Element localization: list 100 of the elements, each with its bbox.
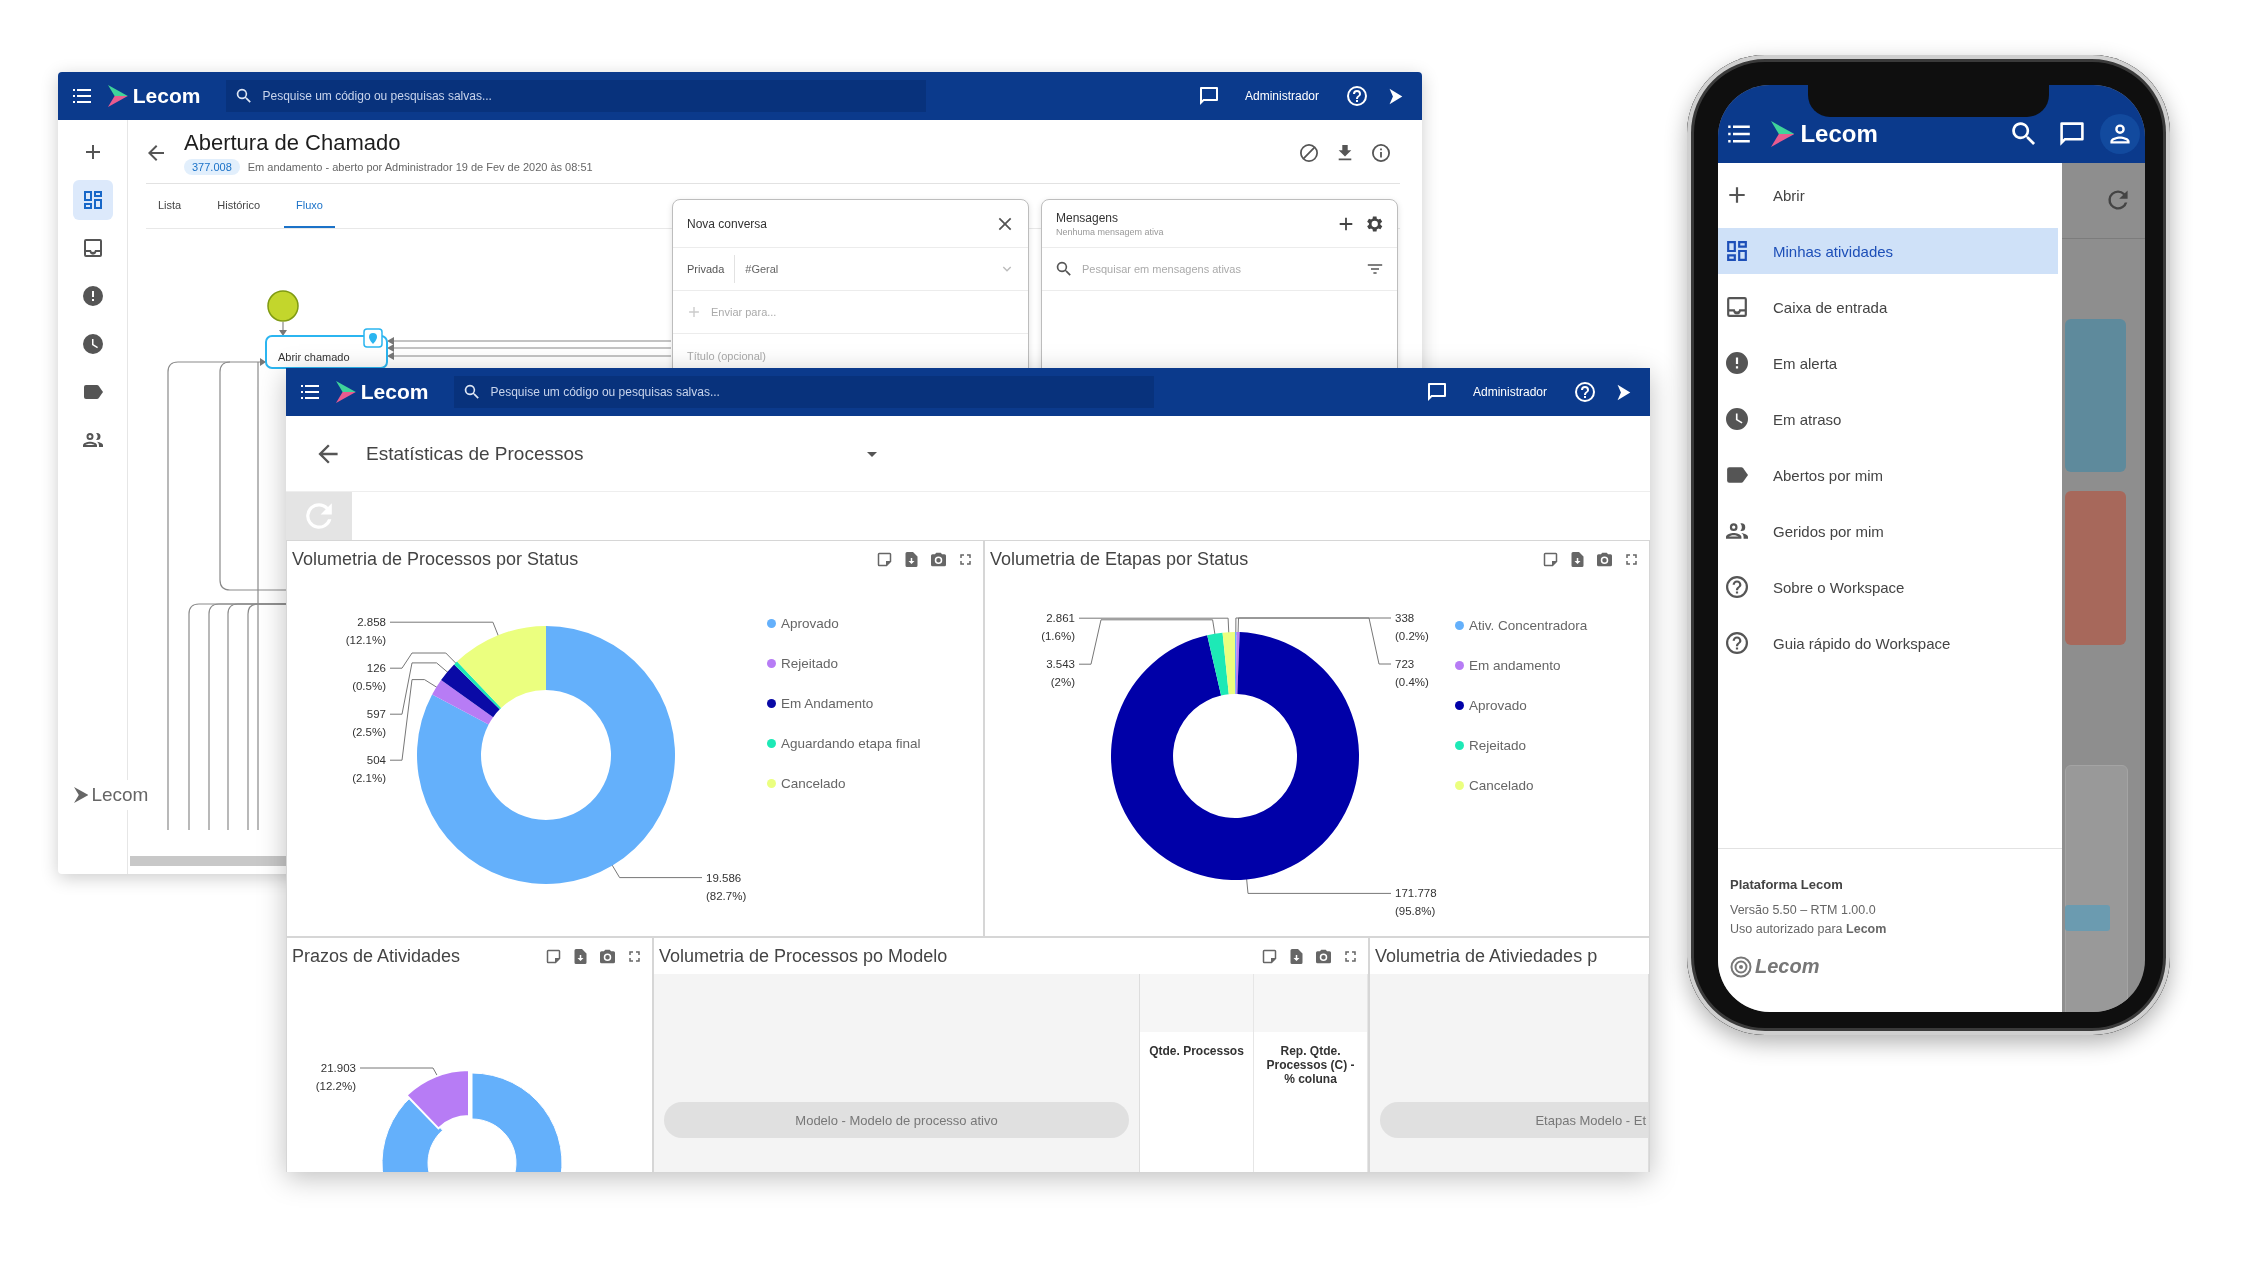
- search-icon: [464, 384, 481, 400]
- channel-select[interactable]: #Geral: [745, 262, 1014, 276]
- start-event[interactable]: [267, 290, 299, 322]
- note-icon[interactable]: [877, 551, 892, 567]
- legend-item[interactable]: Rejeitado: [1455, 731, 1588, 759]
- user-name[interactable]: Administrador: [1472, 385, 1547, 399]
- info-icon[interactable]: [1372, 143, 1390, 162]
- subject-field[interactable]: Título (opcional): [687, 349, 1014, 362]
- tab[interactable]: Fluxo: [284, 184, 335, 228]
- help-icon[interactable]: [1347, 86, 1367, 106]
- menu-item[interactable]: Guia rápido do Workspace: [1718, 620, 2058, 666]
- chat-icon[interactable]: [1426, 382, 1447, 402]
- data-label: 19.586 (82.7%): [706, 870, 748, 904]
- donut-slice[interactable]: [457, 626, 546, 708]
- download-icon[interactable]: [1336, 143, 1354, 162]
- legend-item[interactable]: Em Andamento: [767, 689, 921, 717]
- note-icon[interactable]: [546, 948, 561, 964]
- search-field[interactable]: Pesquise um código ou pesquisas salvas...: [454, 376, 1155, 408]
- fullscreen-icon[interactable]: [958, 551, 973, 567]
- panel-title: Volumetria de Processos por Status: [292, 548, 579, 570]
- donut-slice[interactable]: [432, 679, 494, 725]
- people-icon: [82, 430, 103, 450]
- fullscreen-icon[interactable]: [627, 948, 642, 964]
- recipient-field[interactable]: Enviar para...: [711, 306, 1014, 318]
- donut-slice[interactable]: [454, 661, 502, 710]
- chat-icon[interactable]: [2059, 121, 2085, 147]
- back-icon[interactable]: [146, 142, 166, 163]
- file-download-icon[interactable]: [1289, 948, 1304, 964]
- note-icon[interactable]: [1262, 948, 1277, 964]
- tab[interactable]: Lista: [146, 184, 194, 228]
- panel-title: Volumetria de Etapas por Status: [990, 548, 1249, 570]
- data-label: 504 (2.1%): [351, 753, 386, 787]
- legend-item[interactable]: Aprovado: [1455, 691, 1588, 719]
- legend-item[interactable]: Em andamento: [1455, 651, 1588, 679]
- panel-title: Mensagens: [1056, 210, 1120, 225]
- chat-icon[interactable]: [1198, 86, 1219, 106]
- legend-item[interactable]: Aguardando etapa final: [767, 729, 921, 757]
- settings-icon[interactable]: [1365, 214, 1383, 233]
- note-icon[interactable]: [1543, 551, 1558, 567]
- filter-icon[interactable]: [1367, 261, 1383, 277]
- camera-icon[interactable]: [1597, 551, 1612, 567]
- fullscreen-icon[interactable]: [1624, 551, 1639, 567]
- version-text: Versão 5.50 – RTM 1.00.0: [1730, 903, 1877, 917]
- brand-name: Lecom: [1755, 955, 1820, 978]
- menu-item[interactable]: Sobre o Workspace: [1718, 564, 2058, 610]
- panel-title: Volumetria de Processos po Modelo: [659, 945, 948, 967]
- file-download-icon[interactable]: [904, 551, 919, 567]
- scrollbar[interactable]: [130, 856, 286, 866]
- logo-icon: [74, 787, 89, 803]
- search-icon[interactable]: [2011, 121, 2037, 147]
- column-header: Rep. Qtde. Processos (C) - % coluna: [1254, 974, 1368, 1172]
- help-icon: [1726, 576, 1748, 598]
- row-field-chip[interactable]: Modelo - Modelo de processo ativo: [664, 1102, 1129, 1138]
- donut-slice[interactable]: [441, 664, 500, 718]
- nav-button[interactable]: [72, 180, 113, 220]
- dashboard-icon: [1726, 240, 1748, 262]
- account-button[interactable]: [2100, 114, 2140, 154]
- camera-icon[interactable]: [600, 948, 615, 964]
- data-label: 2.858 (12.1%): [344, 615, 386, 649]
- add-icon: [687, 305, 701, 319]
- menu-item[interactable]: Geridos por mim: [1718, 508, 2058, 554]
- legend-item[interactable]: Aprovado: [767, 609, 921, 637]
- task-box[interactable]: [265, 335, 388, 369]
- legend-item[interactable]: Cancelado: [1455, 771, 1588, 799]
- help-icon: [1726, 632, 1748, 654]
- row-field-chip[interactable]: Etapas Modelo - Et: [1380, 1102, 1648, 1138]
- menu-item[interactable]: Abertos por mim: [1718, 452, 2058, 498]
- logo-icon: [1730, 955, 1752, 978]
- search-icon: [236, 88, 253, 104]
- connector-arrow: [279, 321, 287, 336]
- menu-item[interactable]: Em alerta: [1718, 340, 2058, 386]
- user-name[interactable]: Administrador: [1244, 89, 1319, 103]
- donut-slice[interactable]: [1235, 632, 1240, 695]
- file-download-icon[interactable]: [573, 948, 588, 964]
- page-title: Estatísticas de Processos: [366, 442, 585, 465]
- clock-icon: [1726, 408, 1748, 430]
- menu-icon[interactable]: [300, 382, 320, 402]
- arrow-icon[interactable]: [1615, 383, 1632, 401]
- refresh-icon: [2106, 188, 2130, 212]
- data-label: 338 (0.2%): [1395, 611, 1430, 644]
- donut-slice[interactable]: [1111, 632, 1359, 880]
- menu-item[interactable]: Em atraso: [1718, 396, 2058, 442]
- block-icon[interactable]: [1300, 143, 1318, 162]
- tab[interactable]: Histórico: [205, 184, 273, 228]
- legend-item[interactable]: Ativ. Concentradora: [1455, 611, 1588, 639]
- legend-item[interactable]: Rejeitado: [767, 649, 921, 677]
- search-field[interactable]: Pesquisar em mensagens ativas: [1082, 263, 1357, 275]
- menu-icon[interactable]: [72, 86, 92, 106]
- camera-icon[interactable]: [1316, 948, 1331, 964]
- search-field[interactable]: Pesquise um código ou pesquisas salvas...: [226, 80, 927, 112]
- donut-slice[interactable]: [1207, 632, 1229, 696]
- menu-item[interactable]: Abrir: [1718, 172, 2058, 218]
- help-icon[interactable]: [1575, 382, 1595, 402]
- legend-item[interactable]: Cancelado: [767, 769, 921, 797]
- menu-item[interactable]: Caixa de entrada: [1718, 284, 2058, 330]
- arrow-icon[interactable]: [1387, 87, 1404, 105]
- menu-item[interactable]: Minhas atividades: [1718, 228, 2058, 274]
- fullscreen-icon[interactable]: [1343, 948, 1358, 964]
- camera-icon[interactable]: [931, 551, 946, 567]
- file-download-icon[interactable]: [1570, 551, 1585, 567]
